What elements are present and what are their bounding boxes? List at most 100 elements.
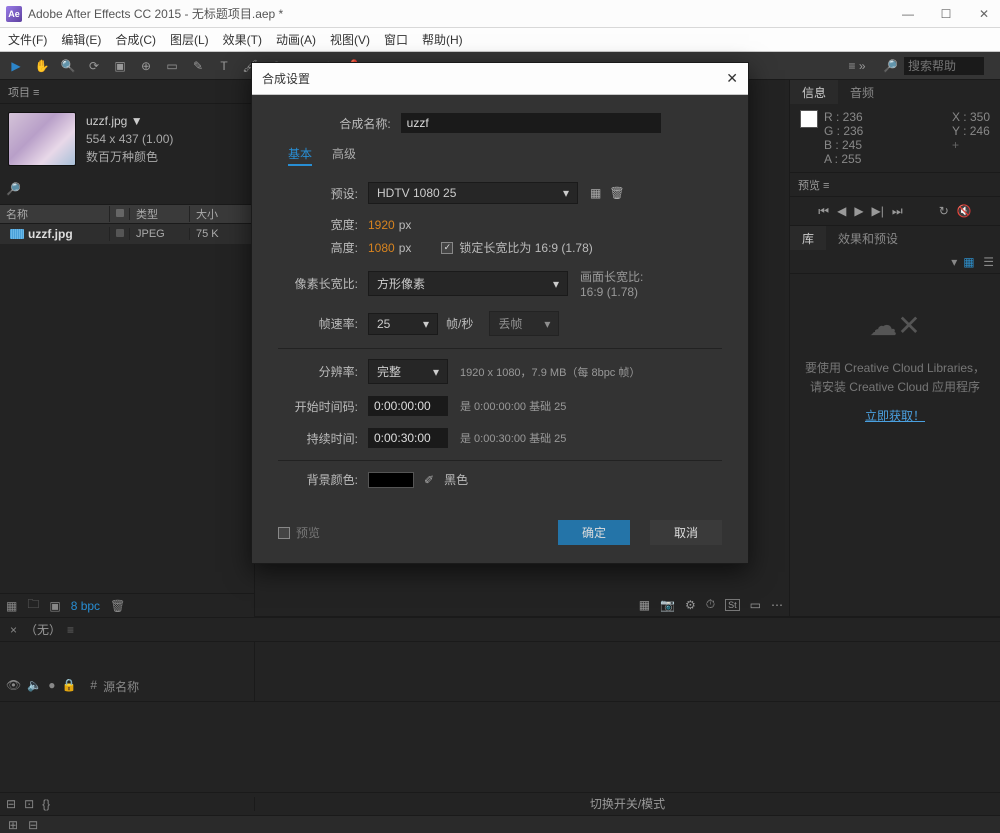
col-name[interactable]: 名称: [0, 206, 110, 222]
resolution-dropdown[interactable]: 完整▾: [368, 359, 448, 384]
rotate-tool-icon[interactable]: ⟳: [84, 56, 104, 76]
timeline-footer-label[interactable]: 切换开关/模式: [255, 795, 1000, 812]
hand-tool-icon[interactable]: ✋: [32, 56, 52, 76]
project-list-row[interactable]: uzzf.jpg JPEG 75 K: [0, 224, 254, 244]
minimize-button[interactable]: —: [898, 7, 918, 21]
solo-col-icon[interactable]: ●: [48, 678, 55, 695]
menu-composition[interactable]: 合成(C): [115, 31, 156, 48]
lib-get-link[interactable]: 立即获取！: [865, 409, 925, 423]
project-selected-item: uzzf.jpg ▼ 554 x 437 (1.00) 数百万种颜色: [0, 104, 254, 174]
bpc-toggle[interactable]: 8 bpc: [71, 599, 100, 613]
project-footer: ▦ 🗀 ▣ 8 bpc 🗑: [0, 593, 254, 617]
status-icon-1[interactable]: ⊞: [8, 818, 18, 832]
cancel-button[interactable]: 取消: [650, 520, 722, 545]
comp-name-input[interactable]: [401, 113, 661, 133]
col-type[interactable]: 类型: [130, 206, 190, 222]
adjust-icon[interactable]: ⚙: [685, 598, 696, 612]
status-icon-2[interactable]: ⊟: [28, 818, 38, 832]
source-name-col[interactable]: 源名称: [103, 678, 139, 695]
col-size[interactable]: 大小: [190, 206, 254, 222]
menu-edit[interactable]: 编辑(E): [61, 31, 101, 48]
menu-view[interactable]: 视图(V): [330, 31, 370, 48]
tab-effects[interactable]: 效果和预设: [826, 226, 910, 250]
lock-col-icon[interactable]: 🔒: [61, 678, 76, 695]
more-icon[interactable]: ⋯: [771, 598, 783, 612]
rect-icon[interactable]: ▭: [750, 598, 761, 612]
menu-layer[interactable]: 图层(L): [170, 31, 209, 48]
trash-icon[interactable]: 🗑: [110, 599, 125, 613]
height-value[interactable]: 1080: [368, 241, 395, 255]
preset-trash-icon[interactable]: 🗑: [609, 186, 624, 200]
label-col-icon[interactable]: [116, 209, 124, 217]
viewer-icon[interactable]: ▦: [639, 598, 650, 612]
tl-toggle3-icon[interactable]: {}: [42, 797, 50, 811]
new-comp-icon[interactable]: ▣: [49, 599, 60, 613]
width-label: 宽度:: [278, 216, 358, 233]
eyedropper-icon[interactable]: ✐: [424, 473, 434, 487]
fps-dropdown[interactable]: 25 ▾: [368, 313, 438, 335]
maximize-button[interactable]: ☐: [936, 7, 956, 21]
tl-toggle2-icon[interactable]: ⊡: [24, 797, 34, 811]
folder-icon[interactable]: 🗀: [27, 595, 39, 616]
tab-library[interactable]: 库: [790, 226, 826, 250]
chevron-down-icon: ▾: [423, 317, 429, 331]
menu-file[interactable]: 文件(F): [8, 31, 47, 48]
lib-msg-1: 要使用 Creative Cloud Libraries，: [800, 359, 990, 378]
next-frame-icon[interactable]: ▶|: [872, 204, 884, 218]
row-label-icon[interactable]: [116, 229, 124, 237]
preview-panel-header[interactable]: 预览 ≡: [790, 173, 1000, 197]
par-dropdown[interactable]: 方形像素▾: [368, 271, 568, 296]
preset-dropdown[interactable]: HDTV 1080 25▾: [368, 182, 578, 204]
mute-icon[interactable]: 🔇: [957, 204, 972, 218]
search-help-input[interactable]: [904, 57, 984, 75]
project-item-name[interactable]: uzzf.jpg ▼: [86, 114, 143, 128]
tab-info[interactable]: 信息: [790, 80, 838, 104]
prev-frame-icon[interactable]: ◀: [837, 204, 846, 218]
timeline-tab-close-icon[interactable]: ×: [10, 623, 17, 637]
fps-value: 25: [377, 317, 390, 331]
camera-tool-icon[interactable]: ▣: [110, 56, 130, 76]
interpret-icon[interactable]: ▦: [6, 599, 17, 613]
timeline-tab-label[interactable]: （无）: [25, 621, 61, 638]
menu-window[interactable]: 窗口: [384, 31, 408, 48]
zoom-tool-icon[interactable]: 🔍: [58, 56, 78, 76]
bg-color-swatch[interactable]: [368, 472, 414, 488]
loop-icon[interactable]: ↻: [939, 204, 949, 218]
preset-save-icon[interactable]: ▦: [590, 186, 601, 200]
play-icon[interactable]: ▶: [854, 204, 863, 218]
text-tool-icon[interactable]: T: [214, 56, 234, 76]
tab-basic[interactable]: 基本: [288, 145, 312, 166]
tl-toggle-icon[interactable]: ⊟: [6, 797, 16, 811]
anchor-tool-icon[interactable]: ⊕: [136, 56, 156, 76]
project-panel-header[interactable]: 项目 ≡: [0, 80, 254, 104]
dialog-close-icon[interactable]: ✕: [726, 70, 738, 87]
tab-audio[interactable]: 音频: [838, 80, 886, 104]
audio-col-icon[interactable]: 🔈: [27, 678, 42, 695]
duration-input[interactable]: [368, 428, 448, 448]
start-timecode-input[interactable]: [368, 396, 448, 416]
dropframe-dropdown[interactable]: 丢帧▾: [489, 311, 559, 336]
lib-dropdown-icon[interactable]: ▾: [951, 255, 957, 269]
first-frame-icon[interactable]: ⏮: [818, 204, 829, 219]
menu-animation[interactable]: 动画(A): [276, 31, 316, 48]
snapshot-icon[interactable]: 📷: [660, 598, 675, 612]
list-view-icon[interactable]: ☰: [983, 255, 994, 269]
menu-help[interactable]: 帮助(H): [422, 31, 463, 48]
selection-tool-icon[interactable]: ▶: [6, 56, 26, 76]
workspace-menu-icon[interactable]: ≡ »: [847, 56, 867, 76]
preview-checkbox[interactable]: [278, 527, 290, 539]
tab-advanced[interactable]: 高级: [332, 145, 356, 166]
grid-view-icon[interactable]: ▦: [963, 255, 977, 269]
eye-col-icon[interactable]: 👁: [6, 678, 21, 695]
ok-button[interactable]: 确定: [558, 520, 630, 545]
timecode-icon[interactable]: ⏱: [706, 597, 715, 612]
chevron-down-icon: ▾: [563, 186, 569, 200]
last-frame-icon[interactable]: ⏭: [892, 204, 903, 219]
width-value[interactable]: 1920: [368, 218, 395, 232]
close-button[interactable]: ✕: [974, 7, 994, 21]
menu-effect[interactable]: 效果(T): [223, 31, 262, 48]
pen-tool-icon[interactable]: ✎: [188, 56, 208, 76]
st-icon[interactable]: St: [725, 599, 740, 611]
lock-aspect-checkbox[interactable]: [441, 242, 453, 254]
rect-tool-icon[interactable]: ▭: [162, 56, 182, 76]
